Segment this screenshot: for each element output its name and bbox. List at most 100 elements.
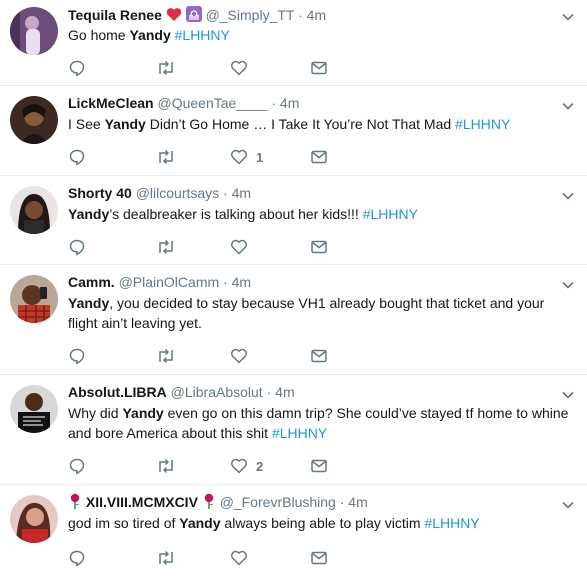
direct-message-button[interactable]: [310, 147, 328, 167]
red-heart-icon: [166, 7, 182, 26]
tweet[interactable]: XII.VIII.MCMXCIV @_ForevrBlushing · 4m g…: [0, 485, 587, 577]
red-rose-icon: [202, 493, 216, 513]
keyword-highlight: Yandy: [129, 27, 171, 43]
retweet-icon: [156, 238, 176, 256]
display-name[interactable]: Tequila Renee: [68, 7, 162, 23]
red-rose-icon: [68, 493, 82, 513]
user-handle[interactable]: @_Simply_TT: [206, 7, 295, 23]
reply-button[interactable]: [68, 548, 156, 568]
like-button[interactable]: [230, 548, 310, 568]
tweet-actions: [68, 548, 328, 568]
tweet-actions: 2: [68, 456, 328, 476]
envelope-icon: [310, 238, 328, 256]
chevron-down-icon[interactable]: [561, 189, 575, 203]
tweet-timestamp[interactable]: 4m: [280, 95, 299, 111]
display-name[interactable]: Camm.: [68, 274, 115, 290]
envelope-icon: [310, 59, 328, 77]
chevron-down-icon[interactable]: [561, 278, 575, 292]
envelope-icon: [310, 148, 328, 166]
heart-icon: [230, 347, 248, 365]
retweet-button[interactable]: [156, 58, 230, 78]
like-count: 2: [256, 458, 264, 474]
reply-button[interactable]: [68, 58, 156, 78]
avatar[interactable]: [10, 495, 58, 543]
chevron-down-icon[interactable]: [561, 498, 575, 512]
retweet-button[interactable]: [156, 237, 230, 257]
separator-dot: ·: [223, 274, 228, 290]
tweet-timestamp[interactable]: 4m: [307, 7, 326, 23]
retweet-icon: [156, 549, 176, 567]
retweet-button[interactable]: [156, 456, 230, 476]
avatar[interactable]: [10, 186, 58, 234]
tweet-header: Shorty 40 @lilcourtsays · 4m: [68, 184, 251, 202]
envelope-icon: [310, 347, 328, 365]
direct-message-button[interactable]: [310, 456, 328, 476]
chevron-down-icon[interactable]: [561, 388, 575, 402]
hashtag-link[interactable]: #LHHNY: [272, 425, 327, 441]
tweet-header: XII.VIII.MCMXCIV @_ForevrBlushing · 4m: [68, 493, 368, 513]
avatar[interactable]: [10, 385, 58, 433]
retweet-icon: [156, 347, 176, 365]
tweet-header: Camm. @PlainOlCamm · 4m: [68, 273, 251, 291]
tweet-timestamp[interactable]: 4m: [232, 274, 251, 290]
display-name[interactable]: LickMeClean: [68, 95, 154, 111]
like-button[interactable]: [230, 58, 310, 78]
chevron-down-icon[interactable]: [561, 99, 575, 113]
direct-message-button[interactable]: [310, 237, 328, 257]
retweet-button[interactable]: [156, 346, 230, 366]
user-handle[interactable]: @LibraAbsolut: [171, 384, 263, 400]
chevron-down-icon[interactable]: [561, 10, 575, 24]
tweet-actions: [68, 58, 328, 78]
avatar[interactable]: [10, 7, 58, 55]
tweet[interactable]: Absolut.LIBRA @LibraAbsolut · 4m Why did…: [0, 375, 587, 485]
hashtag-link[interactable]: #LHHNY: [175, 27, 230, 43]
hashtag-link[interactable]: #LHHNY: [363, 206, 418, 222]
libra-zodiac-icon: [185, 6, 202, 26]
tweet[interactable]: Tequila Renee @_Simply_TT · 4m Go home Y…: [0, 0, 587, 86]
display-name[interactable]: Absolut.LIBRA: [68, 384, 167, 400]
user-handle[interactable]: @PlainOlCamm: [119, 274, 220, 290]
heart-icon: [230, 59, 248, 77]
like-count: 1: [256, 149, 264, 165]
heart-icon: [230, 457, 248, 475]
like-button[interactable]: [230, 237, 310, 257]
keyword-highlight: Yandy: [104, 116, 146, 132]
tweet[interactable]: LickMeClean @QueenTae____ · 4m I See Yan…: [0, 86, 587, 176]
tweet-text: Go home Yandy #LHHNY: [68, 27, 230, 43]
tweet-header: LickMeClean @QueenTae____ · 4m: [68, 94, 299, 112]
reply-button[interactable]: [68, 237, 156, 257]
reply-icon: [68, 238, 86, 256]
user-handle[interactable]: @_ForevrBlushing: [220, 494, 336, 510]
like-button[interactable]: [230, 346, 310, 366]
user-handle[interactable]: @QueenTae____: [157, 95, 267, 111]
reply-button[interactable]: [68, 456, 156, 476]
direct-message-button[interactable]: [310, 548, 328, 568]
display-name[interactable]: Shorty 40: [68, 185, 132, 201]
reply-button[interactable]: [68, 147, 156, 167]
user-handle[interactable]: @lilcourtsays: [136, 185, 219, 201]
tweet-timestamp[interactable]: 4m: [275, 384, 294, 400]
tweet-text: Why did Yandy even go on this damn trip?…: [68, 405, 569, 441]
tweet[interactable]: Shorty 40 @lilcourtsays · 4m Yandy’s dea…: [0, 176, 587, 265]
display-name[interactable]: XII.VIII.MCMXCIV: [86, 494, 198, 510]
direct-message-button[interactable]: [310, 58, 328, 78]
avatar[interactable]: [10, 275, 58, 323]
reply-button[interactable]: [68, 346, 156, 366]
tweet-timestamp[interactable]: 4m: [232, 185, 251, 201]
direct-message-button[interactable]: [310, 346, 328, 366]
tweet-text: Yandy, you decided to stay because VH1 a…: [68, 295, 545, 331]
tweet-text: I See Yandy Didn’t Go Home … I Take It Y…: [68, 116, 511, 132]
retweet-button[interactable]: [156, 548, 230, 568]
avatar[interactable]: [10, 96, 58, 144]
keyword-highlight: Yandy: [68, 206, 110, 222]
hashtag-link[interactable]: #LHHNY: [424, 515, 479, 531]
tweet-timestamp[interactable]: 4m: [348, 494, 367, 510]
tweet-actions: 1: [68, 147, 328, 167]
hashtag-link[interactable]: #LHHNY: [455, 116, 510, 132]
like-button[interactable]: 1: [230, 147, 310, 167]
tweet[interactable]: Camm. @PlainOlCamm · 4m Yandy, you decid…: [0, 265, 587, 375]
tweet-actions: [68, 346, 328, 366]
retweet-icon: [156, 457, 176, 475]
like-button[interactable]: 2: [230, 456, 310, 476]
retweet-button[interactable]: [156, 147, 230, 167]
